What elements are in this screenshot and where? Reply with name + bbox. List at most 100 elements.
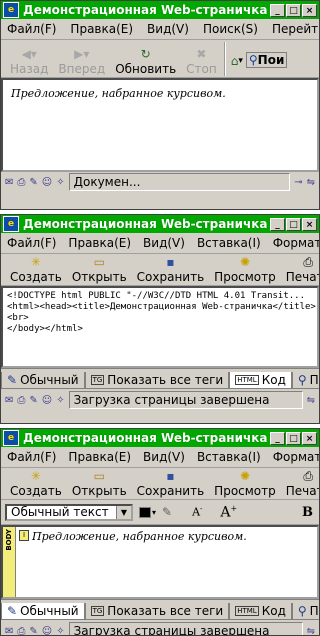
menu-insert[interactable]: Вставка(I) bbox=[197, 450, 261, 464]
search-button[interactable]: ⚲ Пои bbox=[245, 52, 288, 68]
tab-normal-label: Обычный bbox=[20, 604, 79, 618]
forward-button[interactable]: ▶▾ Вперед bbox=[53, 48, 110, 77]
paragraph-marker-icon[interactable]: I bbox=[19, 530, 29, 541]
mail-icon[interactable]: ✉ bbox=[5, 177, 13, 188]
code-editor[interactable]: <!DOCTYPE html PUBLIC "-//W3C//DTD HTML … bbox=[1, 286, 319, 368]
view-tabs: ✎ Обычный TG Показать все теги HTML Код … bbox=[1, 368, 319, 389]
preview-button[interactable]: ✺ Просмотр bbox=[209, 256, 281, 285]
print-button[interactable]: ⎙ Печать bbox=[281, 470, 319, 499]
bookmark-icon[interactable]: ✧ bbox=[56, 177, 64, 188]
menu-format[interactable]: Формат(O) bbox=[273, 450, 319, 464]
body-tag-label: BODY bbox=[5, 529, 13, 551]
menu-insert[interactable]: Вставка(I) bbox=[197, 236, 261, 250]
title-bar[interactable]: e Демонстрационная Web-страничка _ □ × bbox=[1, 429, 319, 447]
menu-view[interactable]: Вид(V) bbox=[147, 22, 189, 36]
menu-edit[interactable]: Правка(E) bbox=[68, 236, 131, 250]
wysiwyg-editor[interactable]: BODY I Предложение, набранное курсивом. bbox=[1, 525, 319, 599]
messenger-icon[interactable]: ☺ bbox=[42, 177, 52, 188]
tab-code[interactable]: HTML Код bbox=[229, 603, 292, 620]
stop-label: Стоп bbox=[186, 62, 217, 76]
print-icon[interactable]: ⎙ bbox=[17, 626, 25, 636]
create-button[interactable]: ✳ Создать bbox=[5, 256, 67, 285]
refresh-button[interactable]: ↻ Обновить bbox=[110, 48, 181, 77]
print-icon[interactable]: ⎙ bbox=[17, 395, 25, 406]
body-tag-marker[interactable]: BODY bbox=[3, 527, 16, 597]
text-color-icon[interactable] bbox=[139, 506, 151, 518]
menu-format[interactable]: Формат(O) bbox=[273, 236, 319, 250]
browser-toolbar: ◀▾ Назад ▶▾ Вперед ↻ Обновить ✖ Стоп ⌂ ▾ … bbox=[1, 40, 319, 78]
close-button[interactable]: × bbox=[302, 217, 317, 231]
edit-icon[interactable]: ✎ bbox=[29, 395, 37, 406]
bold-icon[interactable]: B bbox=[302, 505, 313, 520]
menu-search[interactable]: Поиск(S) bbox=[203, 22, 258, 36]
tab-code-label: Код bbox=[261, 373, 286, 387]
edit-icon[interactable]: ✎ bbox=[29, 626, 37, 636]
menu-go[interactable]: Перейти(G) bbox=[272, 22, 319, 36]
status-text: Загрузка страницы завершена bbox=[68, 622, 303, 635]
menu-file[interactable]: Файл(F) bbox=[7, 22, 56, 36]
menu-edit[interactable]: Правка(E) bbox=[70, 22, 133, 36]
minimize-button[interactable]: _ bbox=[270, 3, 285, 17]
tab-normal[interactable]: ✎ Обычный bbox=[1, 372, 85, 389]
save-button[interactable]: ▪ Сохранить bbox=[132, 255, 210, 285]
back-button[interactable]: ◀▾ Назад bbox=[5, 48, 53, 77]
menu-view[interactable]: Вид(V) bbox=[143, 450, 185, 464]
messenger-icon[interactable]: ☺ bbox=[42, 626, 52, 636]
preview-label: Просмотр bbox=[214, 484, 276, 498]
refresh-label: Обновить bbox=[115, 62, 177, 76]
menu-file[interactable]: Файл(F) bbox=[7, 450, 56, 464]
tab-code[interactable]: HTML Код bbox=[229, 372, 292, 389]
maximize-button[interactable]: □ bbox=[286, 431, 301, 445]
forward-label: Вперед bbox=[58, 62, 106, 76]
bookmark-icon[interactable]: ✧ bbox=[56, 626, 64, 636]
maximize-button[interactable]: □ bbox=[286, 3, 301, 17]
menu-view[interactable]: Вид(V) bbox=[143, 236, 185, 250]
font-smaller-icon[interactable]: A- bbox=[192, 505, 202, 519]
mail-icon[interactable]: ✉ bbox=[5, 626, 13, 636]
edit-icon[interactable]: ✎ bbox=[29, 177, 37, 188]
paragraph-style-select[interactable]: Обычный текст ▼ bbox=[5, 503, 133, 521]
close-button[interactable]: × bbox=[302, 3, 317, 17]
title-bar[interactable]: e Демонстрационная Web-страничка _ □ × bbox=[1, 1, 319, 19]
chevron-down-icon[interactable]: ▼ bbox=[116, 505, 131, 519]
close-button[interactable]: × bbox=[302, 431, 317, 445]
save-button[interactable]: ▪ Сохранить bbox=[132, 470, 210, 499]
maximize-button[interactable]: □ bbox=[286, 217, 301, 231]
editor-normal-window: e Демонстрационная Web-страничка _ □ × Ф… bbox=[0, 428, 320, 636]
open-button[interactable]: ▭ Открыть bbox=[67, 469, 132, 499]
tab-show-tags[interactable]: TG Показать все теги bbox=[84, 372, 230, 389]
app-logo-icon: e bbox=[3, 2, 19, 18]
tab-code-label: Код bbox=[261, 604, 286, 618]
create-button[interactable]: ✳ Создать bbox=[5, 470, 67, 499]
mail-icon[interactable]: ✉ bbox=[5, 395, 13, 406]
bookmark-icon[interactable]: ✧ bbox=[56, 395, 64, 406]
title-bar[interactable]: e Демонстрационная Web-страничка _ □ × bbox=[1, 215, 319, 233]
tab-normal[interactable]: ✎ Обычный bbox=[1, 603, 85, 620]
connection-icon: ⇋ bbox=[306, 176, 315, 188]
save-disk-icon: ▪ bbox=[166, 255, 175, 269]
font-larger-icon[interactable]: A+ bbox=[220, 504, 237, 521]
home-dropdown[interactable]: ⌂ ▾ bbox=[228, 54, 246, 68]
menu-file[interactable]: Файл(F) bbox=[7, 236, 56, 250]
tab-preview[interactable]: ⚲ Предва bbox=[291, 372, 319, 389]
stop-button[interactable]: ✖ Стоп bbox=[181, 48, 222, 77]
edit-pencil-icon: ✎ bbox=[7, 604, 18, 618]
preview-button[interactable]: ✺ Просмотр bbox=[209, 470, 281, 499]
open-button[interactable]: ▭ Открыть bbox=[67, 256, 132, 285]
tab-preview[interactable]: ⚲ Предва bbox=[291, 603, 319, 620]
chevron-down-icon[interactable]: ▾ bbox=[152, 508, 156, 517]
code-line: </body></html> bbox=[7, 324, 83, 334]
italic-sentence[interactable]: Предложение, набранное курсивом. bbox=[32, 530, 247, 543]
messenger-icon[interactable]: ☺ bbox=[42, 395, 52, 406]
print-icon[interactable]: ⎙ bbox=[17, 177, 25, 188]
minimize-button[interactable]: _ bbox=[270, 217, 285, 231]
highlight-icon[interactable]: ✎ bbox=[162, 505, 172, 519]
format-toolbar: Обычный текст ▼ ▾ ✎ A- A+ B bbox=[1, 500, 319, 525]
menu-bar: Файл(F) Правка(E) Вид(V) Поиск(S) Перейт… bbox=[1, 19, 319, 40]
minimize-button[interactable]: _ bbox=[270, 431, 285, 445]
open-label: Открыть bbox=[71, 270, 127, 284]
open-folder-icon: ▭ bbox=[93, 469, 105, 483]
print-button[interactable]: ⎙ Печать bbox=[281, 256, 319, 285]
tab-show-tags[interactable]: TG Показать все теги bbox=[84, 603, 230, 620]
menu-edit[interactable]: Правка(E) bbox=[68, 450, 131, 464]
